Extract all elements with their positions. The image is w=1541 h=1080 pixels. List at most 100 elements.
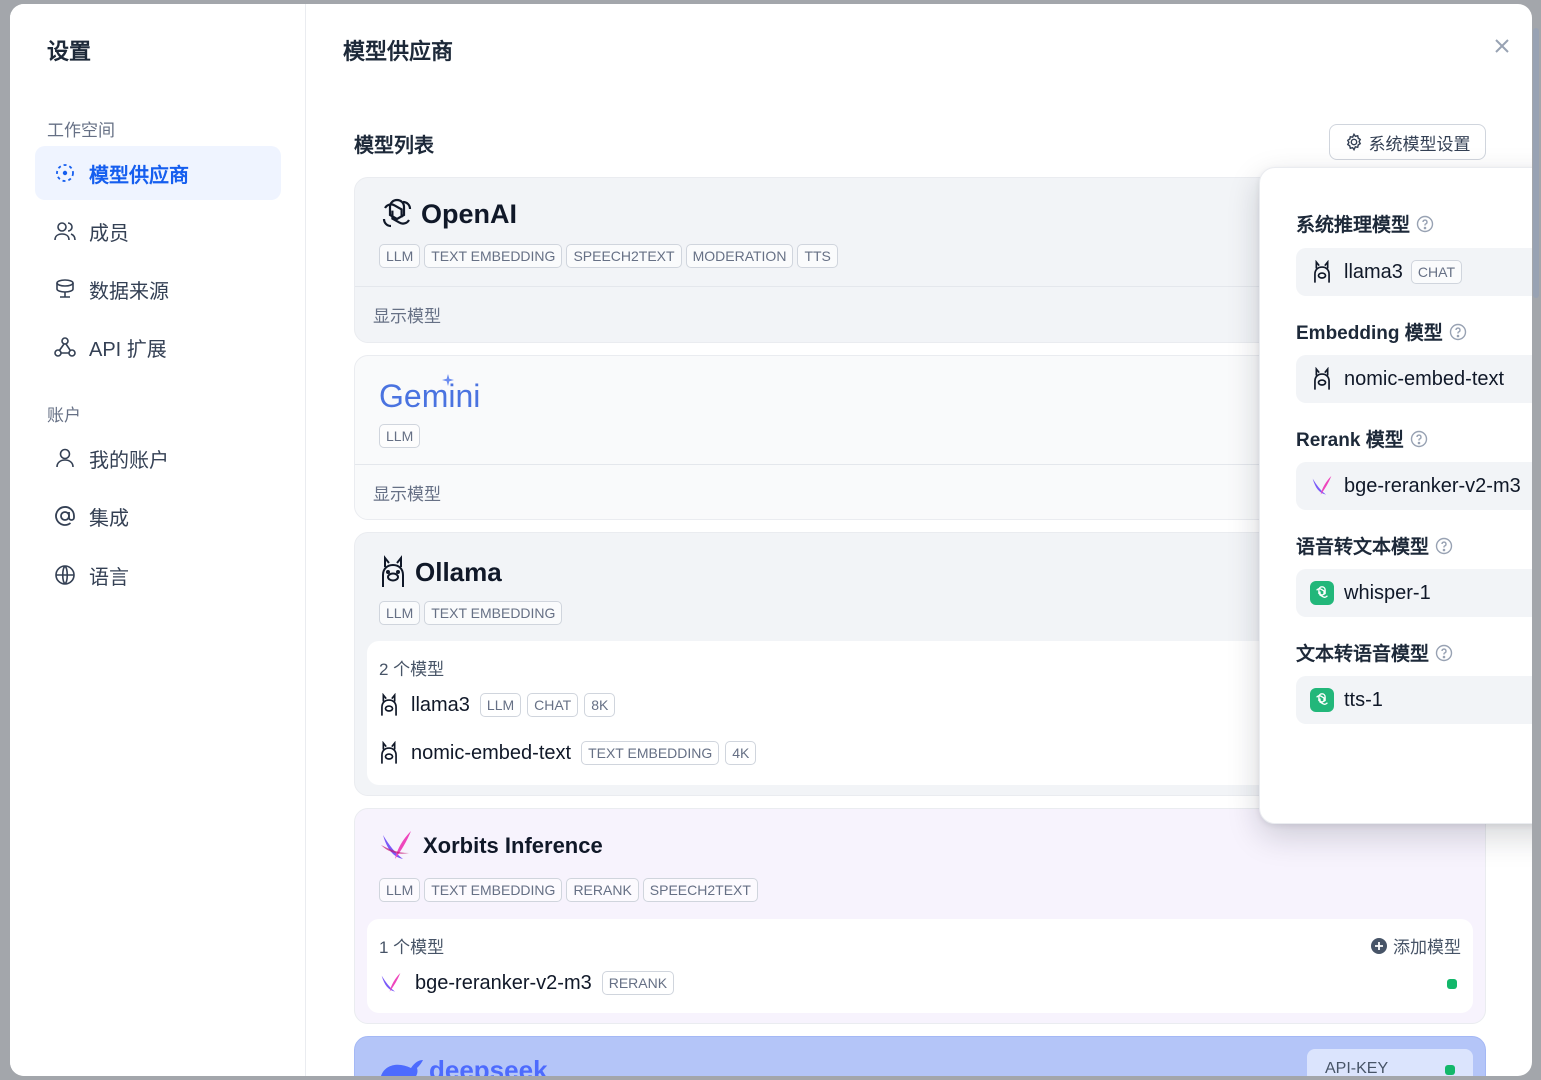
help-icon[interactable]	[1449, 323, 1467, 341]
provider-name: Gemini	[379, 378, 481, 414]
show-models-label: 显示模型	[373, 307, 441, 326]
xorbits-logo: Xorbits Inference	[379, 829, 603, 863]
tag: SPEECH2TEXT	[642, 878, 758, 902]
tag: RERANK	[601, 971, 675, 995]
workspace-section-label: 工作空间	[47, 121, 115, 140]
sidebar-item-label: 数据来源	[89, 280, 169, 303]
page-title: 模型供应商	[343, 39, 454, 64]
model-count: 1 个模型	[379, 938, 445, 957]
provider-tags: LLM TEXT EMBEDDING	[379, 601, 563, 625]
tag: TEXT EMBEDDING	[424, 244, 563, 268]
gemini-logo: Gemini	[379, 374, 481, 415]
sidebar-item-data-source[interactable]: 数据来源	[35, 262, 281, 316]
close-icon[interactable]	[1490, 34, 1514, 58]
model-row: llama3 LLM CHAT 8K	[379, 693, 616, 717]
show-models-label: 显示模型	[373, 484, 441, 504]
tag: LLM	[379, 878, 421, 902]
field-label: 文本转语音模型	[1296, 639, 1453, 666]
tag: CHAT	[527, 693, 579, 717]
sidebar-title: 设置	[47, 39, 92, 64]
plus-circle-icon	[1371, 937, 1387, 954]
sidebar-item-integrations[interactable]: 集成	[35, 489, 281, 543]
field-label: Rerank 模型	[1296, 425, 1428, 452]
xorbits-icon	[381, 831, 411, 859]
sidebar-item-members[interactable]: 成员	[35, 204, 281, 258]
model-name: nomic-embed-text	[411, 741, 572, 764]
account-section-label: 账户	[47, 406, 81, 425]
user-icon	[53, 446, 77, 470]
sidebar-item-language[interactable]: 语言	[35, 548, 281, 602]
model-row: nomic-embed-text TEXT EMBEDDING 4K	[379, 741, 757, 765]
provider-tags: LLM TEXT EMBEDDING RERANK SPEECH2TEXT	[379, 878, 758, 902]
system-reasoning-model-select[interactable]: llama3 CHAT	[1296, 248, 1532, 296]
openai-icon	[1310, 688, 1334, 712]
ollama-icon	[1310, 260, 1334, 284]
sparkle-icon	[442, 374, 454, 386]
openai-logo: OpenAI	[379, 196, 517, 232]
text-to-speech-model-select[interactable]: tts-1	[1296, 676, 1532, 724]
tag: TEXT EMBEDDING	[424, 878, 563, 902]
system-model-settings-button[interactable]: 系统模型设置	[1329, 124, 1486, 160]
model-row: bge-reranker-v2-m3 RERANK	[379, 971, 675, 995]
help-icon[interactable]	[1435, 644, 1453, 662]
tag: LLM	[379, 601, 421, 625]
tag: SPEECH2TEXT	[566, 244, 682, 268]
settings-sidebar: 设置 工作空间 模型供应商 成员 数据来源 API 扩展 账户 我的账户 集成 …	[10, 4, 306, 1076]
cube-dots-icon	[53, 161, 77, 185]
model-count: 2 个模型	[379, 660, 445, 679]
add-model-button[interactable]: 添加模型	[1371, 933, 1461, 958]
webhook-icon	[53, 335, 77, 359]
select-value: nomic-embed-text	[1344, 367, 1505, 390]
help-icon[interactable]	[1416, 215, 1434, 233]
sidebar-item-model-provider[interactable]: 模型供应商	[35, 146, 281, 200]
sidebar-item-label: 模型供应商	[89, 164, 189, 187]
model-name: bge-reranker-v2-m3	[415, 971, 592, 994]
tag: TEXT EMBEDDING	[424, 601, 563, 625]
system-model-settings-label: 系统模型设置	[1368, 134, 1471, 154]
sidebar-item-my-account[interactable]: 我的账户	[35, 431, 281, 485]
scrollbar[interactable]	[1533, 28, 1539, 298]
tag: 4K	[725, 741, 757, 765]
select-value: llama3	[1344, 260, 1403, 283]
model-list-title: 模型列表	[354, 135, 434, 157]
tag: 8K	[584, 693, 616, 717]
field-label-text: 文本转语音模型	[1296, 644, 1430, 665]
field-label: 系统推理模型	[1296, 210, 1434, 237]
settings-modal: 设置 工作空间 模型供应商 成员 数据来源 API 扩展 账户 我的账户 集成 …	[10, 4, 1532, 1076]
rerank-model-select[interactable]: bge-reranker-v2-m3	[1296, 462, 1532, 510]
provider-name: deepseek	[429, 1055, 548, 1076]
ollama-icon	[381, 693, 397, 716]
provider-card-xorbits: Xorbits Inference LLM TEXT EMBEDDING RER…	[354, 808, 1486, 1024]
select-value: whisper-1	[1344, 581, 1431, 604]
sidebar-item-label: 我的账户	[89, 449, 169, 472]
tag: TTS	[797, 244, 838, 268]
help-icon[interactable]	[1435, 537, 1453, 555]
field-label: 语音转文本模型	[1296, 532, 1453, 559]
sidebar-item-api-extension[interactable]: API 扩展	[35, 320, 281, 374]
field-label-text: 语音转文本模型	[1296, 537, 1430, 558]
users-icon	[53, 219, 77, 243]
gear-icon	[1346, 133, 1361, 151]
help-icon[interactable]	[1410, 430, 1428, 448]
main-panel: 模型供应商 模型列表 系统模型设置 OpenAI LLM TEXT EMBEDD…	[306, 4, 1532, 1076]
tag: MODERATION	[685, 244, 794, 268]
globe-icon	[53, 563, 77, 587]
provider-name: OpenAI	[421, 198, 518, 229]
provider-name: Xorbits Inference	[423, 833, 603, 858]
sidebar-item-label: 集成	[89, 507, 129, 530]
xorbits-icon	[1310, 474, 1334, 498]
field-label-text: Embedding 模型	[1296, 323, 1443, 344]
model-name: llama3	[411, 693, 470, 716]
openai-icon	[1310, 581, 1334, 605]
field-label: Embedding 模型	[1296, 318, 1467, 345]
field-label-text: Rerank 模型	[1296, 430, 1404, 451]
model-list-panel: 1 个模型 添加模型 bge-reranker-v2-m3 RERANK	[367, 919, 1473, 1013]
embedding-model-select[interactable]: nomic-embed-text	[1296, 355, 1532, 403]
api-key-button[interactable]: API-KEY	[1307, 1049, 1473, 1076]
provider-tags: LLM	[379, 424, 421, 448]
speech-to-text-model-select[interactable]: whisper-1	[1296, 569, 1532, 617]
sidebar-item-label: 语言	[89, 566, 129, 589]
ollama-icon	[381, 741, 397, 764]
status-indicator	[1445, 1065, 1455, 1075]
status-indicator	[1447, 979, 1457, 989]
